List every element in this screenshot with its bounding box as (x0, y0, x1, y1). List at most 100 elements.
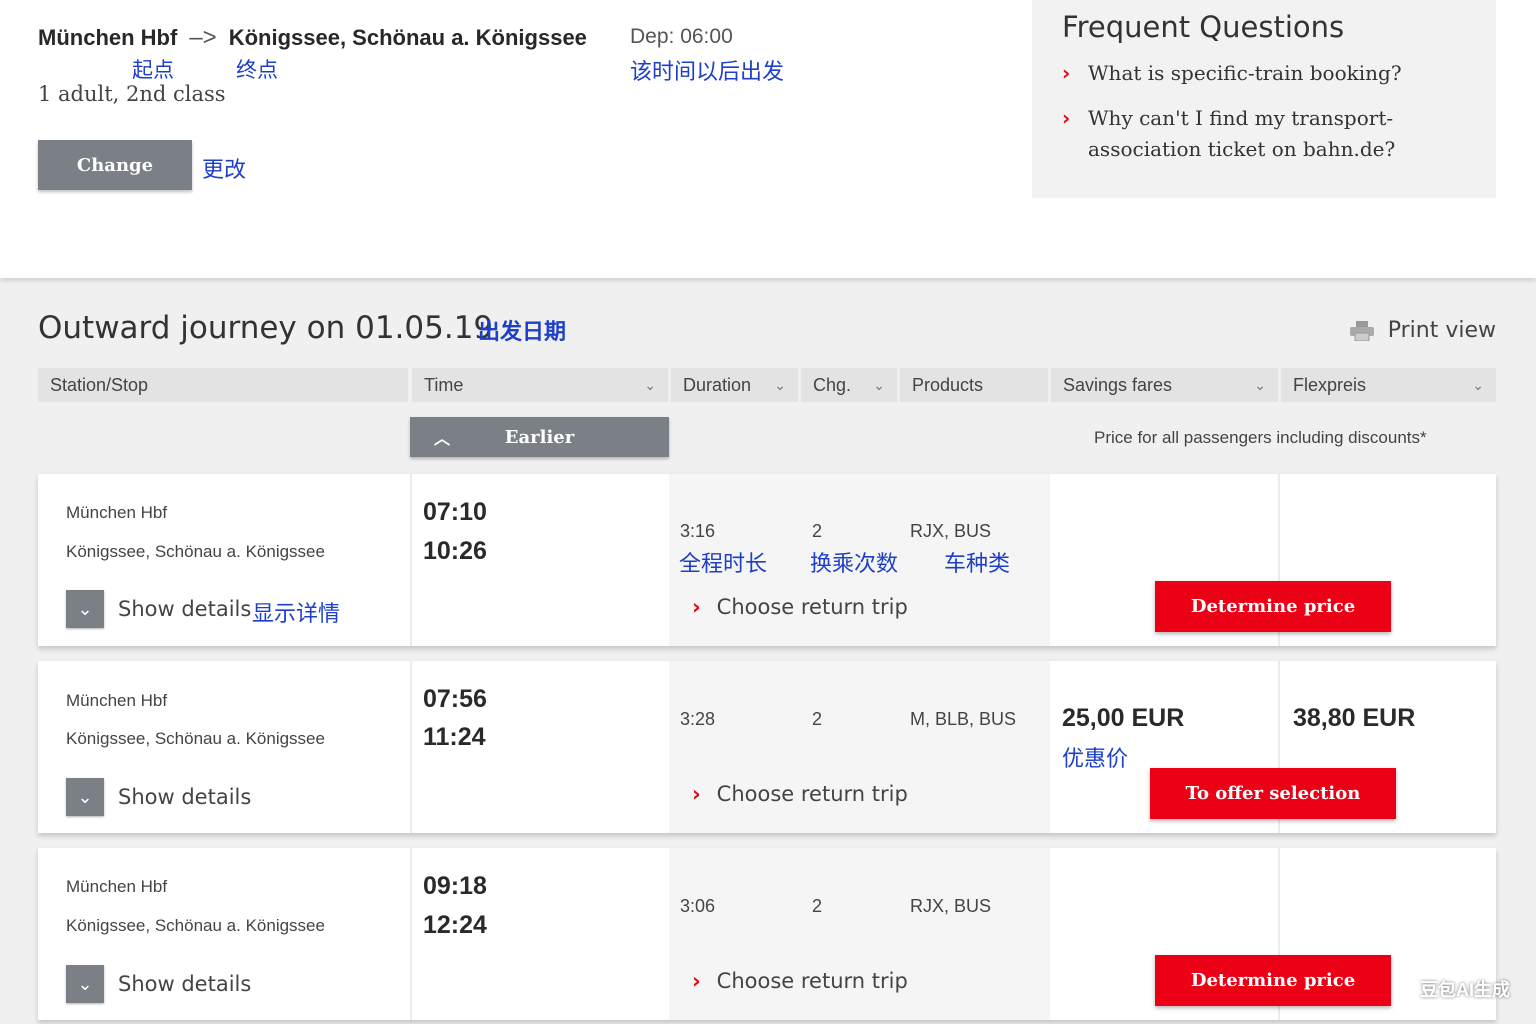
annotation-change: 更改 (202, 158, 247, 183)
products: RJX, BUS (910, 896, 992, 916)
column-products: Products (900, 368, 1048, 402)
show-details-label: Show details (118, 597, 252, 621)
choose-return-trip-link[interactable]: › Choose return trip (692, 782, 908, 806)
arrival-time: 11:24 (423, 723, 486, 751)
connection-row: München Hbf Königssee, Schönau a. Königs… (38, 474, 1496, 646)
route-summary: München Hbf –> Königssee, Schönau a. Kön… (38, 24, 587, 52)
show-details-toggle[interactable]: ⌄ Show details (66, 590, 251, 628)
print-view-label: Print view (1387, 318, 1496, 343)
faq-link-transport-association[interactable]: › Why can't I find my transport-associat… (1062, 103, 1466, 165)
watermark: 豆包AI生成 (1420, 980, 1510, 1000)
show-details-toggle[interactable]: ⌄ Show details (66, 965, 251, 1003)
row-origin: München Hbf (66, 691, 168, 710)
column-time-sort[interactable]: Time ⌄ (412, 368, 668, 402)
chevron-down-icon: ⌄ (873, 376, 885, 393)
faq-title: Frequent Questions (1062, 10, 1345, 44)
duration: 3:28 (680, 709, 716, 729)
choose-return-trip-link[interactable]: › Choose return trip (692, 969, 908, 993)
row-origin: München Hbf (66, 877, 168, 896)
changes: 2 (812, 521, 823, 541)
change-button[interactable]: Change (38, 140, 192, 190)
annotation-savings-price: 优惠价 (1062, 747, 1129, 772)
chevron-right-icon: › (1062, 106, 1071, 130)
chevron-down-icon: ⌄ (644, 376, 656, 393)
annotation-details: 显示详情 (252, 602, 341, 627)
column-flexpreis-sort[interactable]: Flexpreis ⌄ (1281, 368, 1496, 402)
chevron-right-icon: › (692, 782, 701, 806)
row-origin: München Hbf (66, 503, 168, 522)
origin-station: München Hbf (38, 25, 178, 50)
faq-link-specific-train[interactable]: › What is specific-train booking? (1062, 58, 1466, 89)
chevron-down-icon: ⌄ (66, 965, 104, 1003)
chevron-down-icon: ⌄ (66, 778, 104, 816)
column-station: Station/Stop (38, 368, 408, 402)
chevron-up-icon: ︿ (434, 429, 451, 448)
destination-station: Königssee, Schönau a. Königssee (228, 25, 587, 50)
connection-row: München Hbf Königssee, Schönau a. Königs… (38, 661, 1496, 833)
annotation-origin: 起点 (132, 58, 174, 82)
column-station-label: Station/Stop (50, 374, 149, 395)
products: M, BLB, BUS (910, 709, 1017, 729)
departure-time: Dep: 06:00 (630, 25, 733, 48)
products: RJX, BUS (910, 521, 992, 541)
chevron-right-icon: › (692, 969, 701, 993)
price-note: Price for all passengers including disco… (1094, 428, 1427, 447)
show-details-label: Show details (118, 785, 252, 809)
duration: 3:06 (680, 896, 716, 916)
annotation-destination: 终点 (236, 58, 278, 82)
choose-return-trip-label: Choose return trip (716, 782, 908, 806)
changes: 2 (812, 896, 823, 916)
divider (410, 661, 412, 833)
printer-icon (1349, 320, 1374, 341)
column-changes-label: Chg. (813, 374, 852, 395)
column-duration-sort[interactable]: Duration ⌄ (671, 368, 798, 402)
duration: 3:16 (680, 521, 716, 541)
arrow-right-icon: –> (189, 24, 217, 51)
annotation-duration: 全程时长 (679, 552, 768, 577)
choose-return-trip-link[interactable]: › Choose return trip (692, 595, 908, 619)
chevron-right-icon: › (692, 595, 701, 619)
chevron-down-icon: ⌄ (774, 376, 786, 393)
annotation-date: 出发日期 (478, 320, 567, 345)
row-destination: Königssee, Schönau a. Königssee (66, 542, 325, 561)
chevron-down-icon: ⌄ (1254, 376, 1266, 393)
column-background (669, 848, 1050, 1020)
column-savings-label: Savings fares (1063, 374, 1173, 395)
connection-row: München Hbf Königssee, Schönau a. Königs… (38, 848, 1496, 1020)
column-duration-label: Duration (683, 374, 752, 395)
arrival-time: 10:26 (423, 537, 487, 565)
determine-price-button[interactable]: Determine price (1155, 955, 1391, 1006)
column-time-label: Time (424, 374, 464, 395)
print-view-link[interactable]: Print view (1349, 318, 1496, 343)
faq-link-label: What is specific-train booking? (1088, 61, 1402, 85)
column-flexpreis-label: Flexpreis (1293, 374, 1367, 395)
departure-time: 07:10 (423, 498, 487, 526)
offer-selection-button[interactable]: To offer selection (1150, 768, 1396, 819)
column-products-label: Products (912, 374, 984, 395)
column-changes-sort[interactable]: Chg. ⌄ (801, 368, 897, 402)
arrival-time: 12:24 (423, 911, 487, 939)
chevron-right-icon: › (1062, 61, 1071, 85)
changes: 2 (812, 709, 823, 729)
savings-price: 25,00 EUR (1062, 704, 1185, 732)
faq-link-label: Why can't I find my transport-associatio… (1088, 106, 1396, 161)
annotation-departure: 该时间以后出发 (630, 60, 785, 85)
earlier-button[interactable]: ︿ Earlier (410, 417, 669, 457)
earlier-label: Earlier (504, 426, 575, 448)
divider (410, 848, 412, 1020)
flexpreis-price: 38,80 EUR (1293, 704, 1416, 732)
journey-title: Outward journey on 01.05.19 (38, 310, 494, 346)
column-savings-sort[interactable]: Savings fares ⌄ (1051, 368, 1278, 402)
departure-time: 07:56 (423, 685, 487, 713)
chevron-down-icon: ⌄ (1472, 376, 1484, 393)
row-destination: Königssee, Schönau a. Königssee (66, 916, 325, 935)
faq-panel: Frequent Questions › What is specific-tr… (1032, 0, 1496, 198)
determine-price-button[interactable]: Determine price (1155, 581, 1391, 632)
annotation-changes: 换乘次数 (810, 552, 899, 577)
column-background (669, 661, 1050, 833)
chevron-down-icon: ⌄ (66, 590, 104, 628)
choose-return-trip-label: Choose return trip (716, 969, 908, 993)
annotation-products: 车种类 (944, 552, 1011, 577)
show-details-toggle[interactable]: ⌄ Show details (66, 778, 251, 816)
departure-time: 09:18 (423, 872, 487, 900)
